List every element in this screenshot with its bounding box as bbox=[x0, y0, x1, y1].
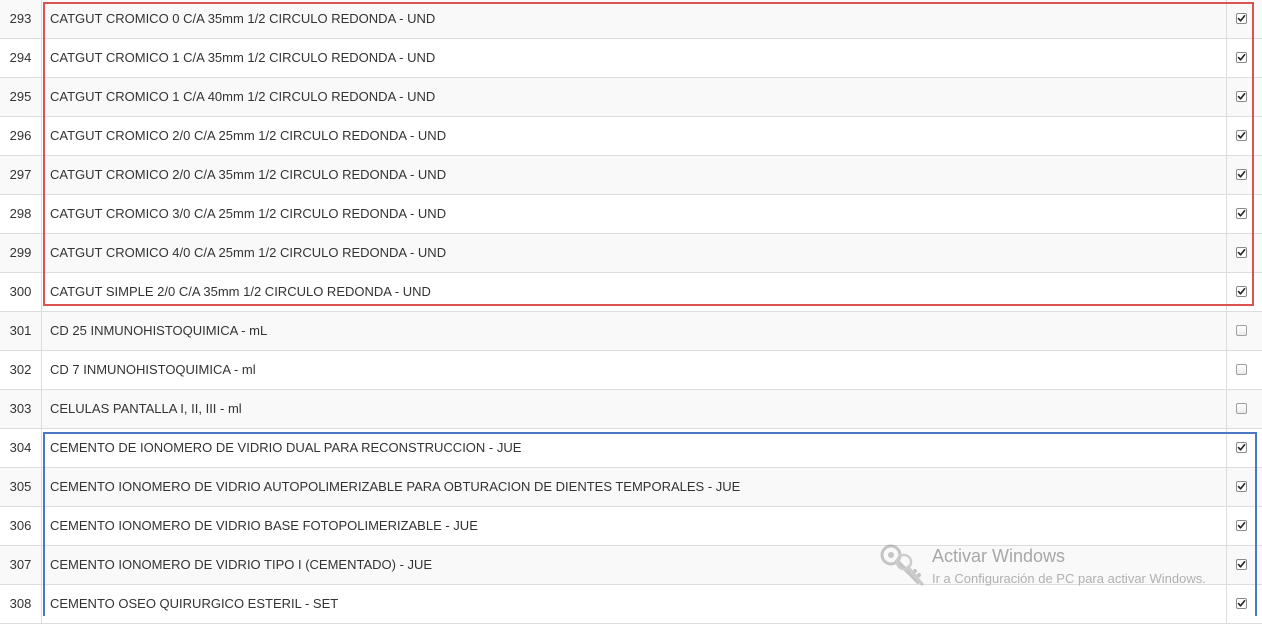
row-number: 307 bbox=[0, 546, 42, 584]
item-description: CATGUT CROMICO 2/0 C/A 35mm 1/2 CIRCULO … bbox=[50, 167, 447, 182]
item-select-checkbox[interactable] bbox=[1236, 481, 1247, 492]
row-number: 295 bbox=[0, 78, 42, 116]
row-number: 308 bbox=[0, 585, 42, 623]
item-description: CEMENTO OSEO QUIRURGICO ESTERIL - SET bbox=[50, 596, 339, 611]
item-select-checkbox[interactable] bbox=[1236, 286, 1247, 297]
item-select-checkbox[interactable] bbox=[1236, 13, 1247, 24]
checkbox-cell bbox=[1226, 390, 1262, 428]
table-row: 295 CATGUT CROMICO 1 C/A 40mm 1/2 CIRCULO… bbox=[0, 78, 1262, 117]
row-number: 293 bbox=[0, 0, 42, 38]
table-row: 296 CATGUT CROMICO 2/0 C/A 25mm 1/2 CIRCU… bbox=[0, 117, 1262, 156]
row-number: 302 bbox=[0, 351, 42, 389]
table-row: 297 CATGUT CROMICO 2/0 C/A 35mm 1/2 CIRCU… bbox=[0, 156, 1262, 195]
item-description: CD 25 INMUNOHISTOQUIMICA - mL bbox=[50, 323, 268, 338]
item-select-checkbox[interactable] bbox=[1236, 598, 1247, 609]
item-description: CATGUT CROMICO 4/0 C/A 25mm 1/2 CIRCULO … bbox=[50, 245, 447, 260]
row-number: 299 bbox=[0, 234, 42, 272]
checkbox-cell bbox=[1226, 429, 1262, 467]
table-row: 305 CEMENTO IONOMERO DE VIDRIO AUTOPOLIME… bbox=[0, 468, 1262, 507]
item-description: CD 7 INMUNOHISTOQUIMICA - ml bbox=[50, 362, 256, 377]
item-description: CATGUT CROMICO 2/0 C/A 25mm 1/2 CIRCULO … bbox=[50, 128, 447, 143]
key-icon bbox=[880, 544, 924, 586]
checkmark-icon bbox=[1237, 249, 1246, 256]
checkbox-cell bbox=[1226, 351, 1262, 389]
checkmark-icon bbox=[1237, 444, 1246, 451]
checkmark-icon bbox=[1237, 210, 1246, 217]
row-number: 303 bbox=[0, 390, 42, 428]
item-description: CEMENTO DE IONOMERO DE VIDRIO DUAL PARA … bbox=[50, 440, 522, 455]
checkbox-cell bbox=[1226, 39, 1262, 77]
item-select-checkbox[interactable] bbox=[1236, 91, 1247, 102]
item-description: CATGUT CROMICO 1 C/A 35mm 1/2 CIRCULO RE… bbox=[50, 50, 436, 65]
table-row: 300 CATGUT SIMPLE 2/0 C/A 35mm 1/2 CIRCUL… bbox=[0, 273, 1262, 312]
checkbox-cell bbox=[1226, 273, 1262, 311]
table-row: 299 CATGUT CROMICO 4/0 C/A 25mm 1/2 CIRCU… bbox=[0, 234, 1262, 273]
checkmark-icon bbox=[1237, 93, 1246, 100]
item-select-checkbox[interactable] bbox=[1236, 325, 1247, 336]
item-description: CATGUT CROMICO 0 C/A 35mm 1/2 CIRCULO RE… bbox=[50, 11, 436, 26]
row-number: 294 bbox=[0, 39, 42, 77]
item-description: CATGUT SIMPLE 2/0 C/A 35mm 1/2 CIRCULO R… bbox=[50, 284, 431, 299]
item-select-checkbox[interactable] bbox=[1236, 403, 1247, 414]
item-description: CEMENTO IONOMERO DE VIDRIO BASE FOTOPOLI… bbox=[50, 518, 478, 533]
row-number: 304 bbox=[0, 429, 42, 467]
item-select-checkbox[interactable] bbox=[1236, 130, 1247, 141]
checkbox-cell bbox=[1226, 117, 1262, 155]
item-select-checkbox[interactable] bbox=[1236, 247, 1247, 258]
item-select-checkbox[interactable] bbox=[1236, 520, 1247, 531]
watermark-subtitle: Ir a Configuración de PC para activar Wi… bbox=[932, 571, 1206, 586]
checkbox-cell bbox=[1226, 0, 1262, 38]
item-description: CELULAS PANTALLA I, II, III - ml bbox=[50, 401, 242, 416]
item-select-checkbox[interactable] bbox=[1236, 169, 1247, 180]
row-number: 301 bbox=[0, 312, 42, 350]
item-select-checkbox[interactable] bbox=[1236, 52, 1247, 63]
item-description: CATGUT CROMICO 1 C/A 40mm 1/2 CIRCULO RE… bbox=[50, 89, 436, 104]
checkmark-icon bbox=[1237, 483, 1246, 490]
table-row: 294 CATGUT CROMICO 1 C/A 35mm 1/2 CIRCULO… bbox=[0, 39, 1262, 78]
item-description: CATGUT CROMICO 3/0 C/A 25mm 1/2 CIRCULO … bbox=[50, 206, 447, 221]
item-description: CEMENTO IONOMERO DE VIDRIO TIPO I (CEMEN… bbox=[50, 557, 433, 572]
checkmark-icon bbox=[1237, 132, 1246, 139]
row-number: 305 bbox=[0, 468, 42, 506]
checkbox-cell bbox=[1226, 78, 1262, 116]
checkbox-cell bbox=[1226, 312, 1262, 350]
table-row: 301 CD 25 INMUNOHISTOQUIMICA - mL bbox=[0, 312, 1262, 351]
checkmark-icon bbox=[1237, 54, 1246, 61]
table-row: 304 CEMENTO DE IONOMERO DE VIDRIO DUAL PA… bbox=[0, 429, 1262, 468]
table-row: 303 CELULAS PANTALLA I, II, III - ml bbox=[0, 390, 1262, 429]
checkbox-cell bbox=[1226, 156, 1262, 194]
checkbox-cell bbox=[1226, 195, 1262, 233]
item-select-checkbox[interactable] bbox=[1236, 364, 1247, 375]
row-number: 300 bbox=[0, 273, 42, 311]
windows-activation-watermark: Activar Windows Ir a Configuración de PC… bbox=[878, 540, 1258, 594]
table-row: 302 CD 7 INMUNOHISTOQUIMICA - ml bbox=[0, 351, 1262, 390]
item-select-checkbox[interactable] bbox=[1236, 208, 1247, 219]
checkbox-cell bbox=[1226, 468, 1262, 506]
row-number: 296 bbox=[0, 117, 42, 155]
checkmark-icon bbox=[1237, 600, 1246, 607]
table-row: 293 CATGUT CROMICO 0 C/A 35mm 1/2 CIRCULO… bbox=[0, 0, 1262, 39]
checkmark-icon bbox=[1237, 171, 1246, 178]
item-select-checkbox[interactable] bbox=[1236, 442, 1247, 453]
items-table: 293 CATGUT CROMICO 0 C/A 35mm 1/2 CIRCULO… bbox=[0, 0, 1262, 624]
checkmark-icon bbox=[1237, 288, 1246, 295]
row-number: 298 bbox=[0, 195, 42, 233]
watermark-title: Activar Windows bbox=[932, 546, 1066, 566]
checkmark-icon bbox=[1237, 15, 1246, 22]
item-description: CEMENTO IONOMERO DE VIDRIO AUTOPOLIMERIZ… bbox=[50, 479, 741, 494]
checkbox-cell bbox=[1226, 234, 1262, 272]
checkmark-icon bbox=[1237, 522, 1246, 529]
row-number: 297 bbox=[0, 156, 42, 194]
row-number: 306 bbox=[0, 507, 42, 545]
table-row: 298 CATGUT CROMICO 3/0 C/A 25mm 1/2 CIRCU… bbox=[0, 195, 1262, 234]
